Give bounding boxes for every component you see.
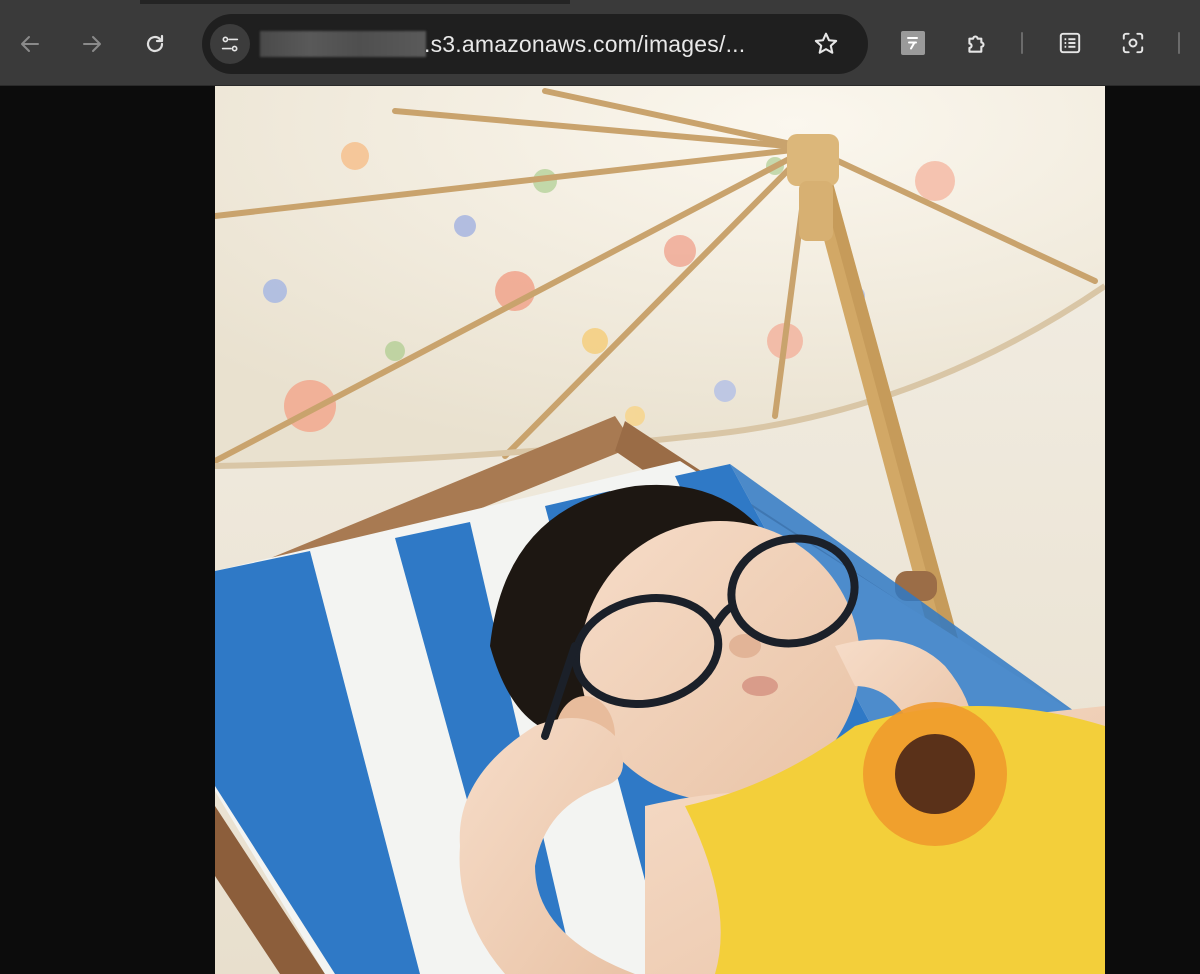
lens-button[interactable]	[1118, 28, 1148, 58]
reload-button[interactable]	[135, 24, 175, 64]
browser-toolbar: .s3.amazonaws.com/images/...	[0, 0, 1200, 86]
url-redacted-segment	[260, 31, 426, 57]
arrow-right-icon	[83, 36, 101, 52]
site-info-button[interactable]	[210, 24, 250, 64]
reading-list-button[interactable]	[1055, 28, 1085, 58]
tune-icon	[221, 36, 239, 52]
screenshot-lens-icon	[1122, 32, 1144, 54]
tab-strip-edge	[0, 0, 1200, 4]
extension-badge-icon	[901, 31, 925, 55]
reload-icon	[146, 34, 164, 53]
arrow-left-icon	[21, 36, 39, 52]
extension-button[interactable]	[898, 28, 928, 58]
back-button[interactable]	[10, 24, 50, 64]
image-viewer-photo	[215, 86, 1105, 974]
forward-button[interactable]	[72, 24, 112, 64]
baby-beach-photo	[215, 86, 1105, 974]
tab-right[interactable]	[570, 0, 1200, 4]
tab-left[interactable]	[0, 0, 140, 4]
toolbar-separator	[1178, 32, 1180, 54]
address-bar[interactable]: .s3.amazonaws.com/images/...	[202, 14, 868, 74]
url-text[interactable]: .s3.amazonaws.com/images/...	[424, 30, 745, 58]
page-viewport	[0, 86, 1200, 974]
extensions-menu-button[interactable]	[962, 28, 992, 58]
toolbar-separator	[1021, 32, 1023, 54]
star-icon[interactable]	[812, 30, 840, 58]
reading-list-icon	[1059, 32, 1081, 54]
puzzle-icon	[968, 35, 985, 53]
